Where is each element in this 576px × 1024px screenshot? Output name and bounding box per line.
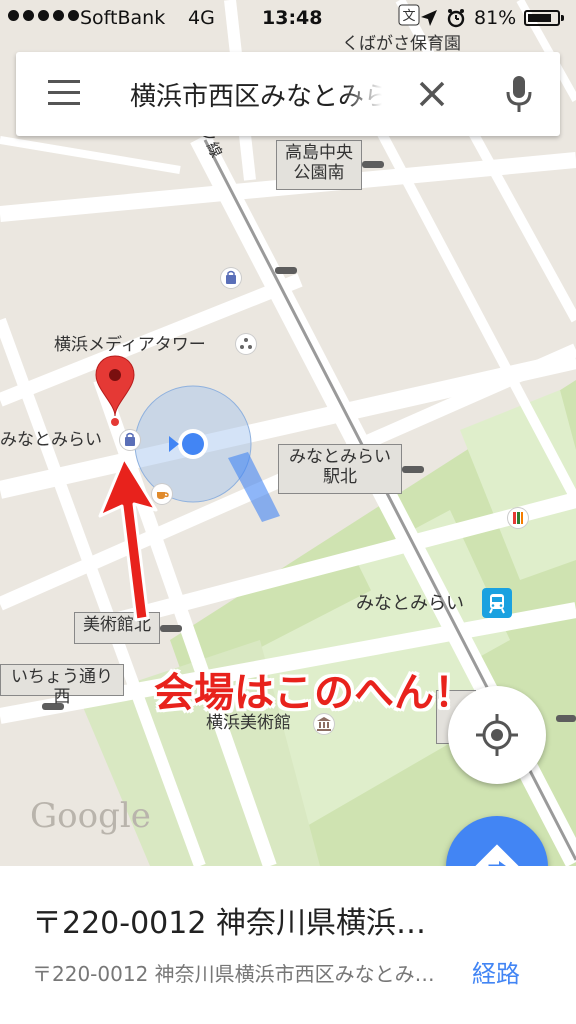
map-label-icho-dori: いちょう通り西	[0, 664, 124, 707]
my-location-button[interactable]	[448, 686, 546, 784]
station-icon[interactable]	[482, 588, 512, 618]
clear-icon[interactable]	[416, 78, 448, 110]
annotation-text: 会場はこのへん！	[154, 670, 474, 716]
search-query[interactable]: 横浜市西区みなとみらい	[130, 76, 382, 112]
map-label-minatomirai-left: みなとみらい	[0, 430, 102, 450]
landmark-poi-icon[interactable]	[236, 334, 256, 354]
battery-percent: 81%	[474, 7, 517, 29]
mic-icon[interactable]	[504, 74, 534, 114]
shopping-poi-icon[interactable]	[221, 268, 241, 288]
place-info-sheet[interactable]: 〒220-0012 神奈川県横浜市西区みなとみらい 〒220-0012 神奈川県…	[0, 866, 576, 1024]
google-logo: Google	[30, 796, 151, 836]
convenience-store-poi-icon[interactable]	[508, 508, 528, 528]
map-label-takashima-park: 高島中央 公園南	[276, 140, 362, 190]
place-title[interactable]: 〒220-0012 神奈川県横浜市西区みなとみらい	[32, 898, 432, 942]
clock: 13:48	[262, 7, 323, 29]
shopping-poi-icon[interactable]	[120, 430, 140, 450]
signal-dots-icon	[8, 10, 79, 21]
map-label-media-tower: 横浜メディアタワー	[54, 335, 206, 355]
map-label-minatomirai-eki-kita: みなとみらい 駅北	[278, 444, 402, 494]
my-location-icon	[476, 714, 518, 756]
place-address: 〒220-0012 神奈川県横浜市西区みなとみらい	[32, 962, 438, 986]
status-bar: SoftBank 4G 13:48 文 81%	[0, 0, 576, 38]
search-bar[interactable]: 横浜市西区みなとみらい	[16, 52, 560, 136]
route-link[interactable]: 経路	[472, 954, 520, 989]
svg-text:文: 文	[402, 9, 415, 24]
location-pin-icon[interactable]	[94, 354, 136, 430]
menu-icon[interactable]	[48, 80, 80, 106]
battery-icon	[524, 10, 564, 26]
alarm-icon	[447, 9, 465, 28]
network-type: 4G	[188, 7, 215, 29]
carrier-name: SoftBank	[80, 7, 166, 29]
map-label-minatomirai-station: みなとみらい	[356, 593, 464, 614]
translate-icon: 文	[398, 4, 420, 26]
location-arrow-icon	[421, 10, 437, 26]
annotation-arrow-icon	[98, 458, 158, 622]
